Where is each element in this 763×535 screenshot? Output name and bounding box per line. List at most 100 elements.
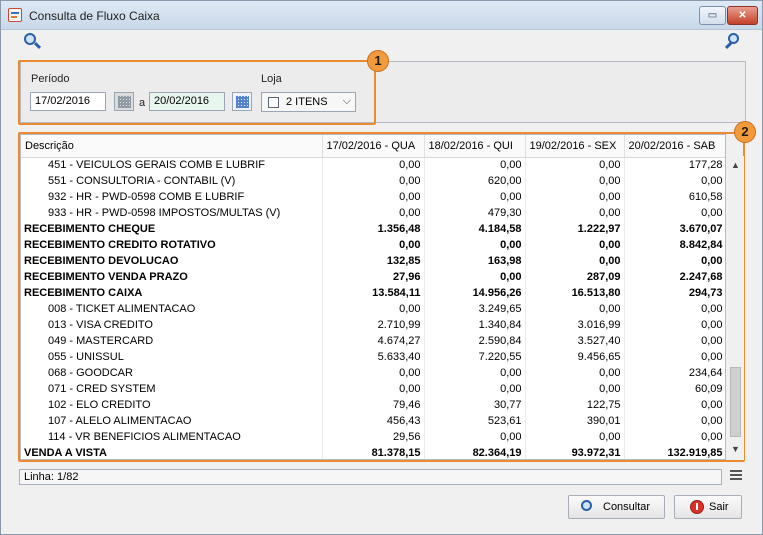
- close-button[interactable]: ✕: [727, 6, 758, 25]
- title-bar[interactable]: Consulta de Fluxo Caixa ▭ ✕: [1, 1, 762, 30]
- row-description: RECEBIMENTO VENDA PRAZO: [21, 269, 323, 285]
- table-row[interactable]: VENDA A VISTA 81.378,15 82.364,19 93.972,31…: [21, 445, 725, 459]
- row-value: 234,64: [624, 365, 725, 381]
- scroll-thumb[interactable]: [730, 367, 741, 437]
- column-header-date-3[interactable]: 19/02/2016 - SEX: [525, 135, 625, 158]
- row-value: 0,00: [624, 301, 725, 317]
- loja-checkbox[interactable]: [268, 97, 279, 108]
- row-value: 0,00: [322, 301, 425, 317]
- row-value: 2.590,84: [424, 333, 526, 349]
- row-value: 0,00: [525, 173, 625, 189]
- row-value: 294,73: [624, 285, 725, 301]
- row-value: 0,00: [624, 429, 725, 445]
- row-value: 0,00: [525, 365, 625, 381]
- row-value: 27,96: [322, 269, 425, 285]
- consultar-button[interactable]: Consultar: [568, 495, 665, 519]
- column-header-descricao[interactable]: Descrição: [21, 135, 323, 158]
- table-row[interactable]: 933 - HR - PWD-0598 IMPOSTOS/MULTAS (V) 0…: [21, 205, 725, 221]
- calendar-icon: [118, 96, 131, 108]
- date-from-field[interactable]: 17/02/2016: [30, 92, 106, 111]
- date-to-field[interactable]: 20/02/2016: [149, 92, 225, 111]
- table-row[interactable]: 071 - CRED SYSTEM 0,00 0,00 0,00 60,09: [21, 381, 725, 397]
- row-value: 287,09: [525, 269, 625, 285]
- search-report-icon[interactable]: [23, 32, 42, 50]
- table-row[interactable]: RECEBIMENTO CAIXA 13.584,11 14.956,26 16.51…: [21, 285, 725, 301]
- callout-badge-2: 2: [734, 121, 756, 143]
- table-row[interactable]: 551 - CONSULTORIA - CONTABIL (V) 0,00 620,…: [21, 173, 725, 189]
- row-description: RECEBIMENTO CAIXA: [21, 285, 323, 301]
- table-row[interactable]: RECEBIMENTO CHEQUE 1.356,48 4.184,58 1.222,…: [21, 221, 725, 237]
- row-value: 1.356,48: [322, 221, 425, 237]
- row-value: 132,85: [322, 253, 425, 269]
- menu-icon[interactable]: [730, 470, 742, 482]
- table-row[interactable]: 055 - UNISSUL 5.633,40 7.220,55 9.456,65 0,0…: [21, 349, 725, 365]
- table-row[interactable]: RECEBIMENTO VENDA PRAZO 27,96 0,00 287,09 2.…: [21, 269, 725, 285]
- table-row[interactable]: 013 - VISA CREDITO 2.710,99 1.340,84 3.016,…: [21, 317, 725, 333]
- callout-badge-1: 1: [367, 50, 389, 72]
- row-description: 008 - TICKET ALIMENTACAO: [21, 301, 323, 317]
- sair-label: Sair: [709, 501, 729, 513]
- table-row[interactable]: RECEBIMENTO CREDITO ROTATIVO 0,00 0,00 0,00…: [21, 237, 725, 253]
- row-value: 30,77: [424, 397, 526, 413]
- column-header-date-2[interactable]: 18/02/2016 - QUI: [424, 135, 526, 158]
- row-value: 4.184,58: [424, 221, 526, 237]
- row-value: 2.247,68: [624, 269, 725, 285]
- scroll-up-icon[interactable]: ▲: [727, 160, 744, 174]
- row-value: 0,00: [525, 189, 625, 205]
- row-value: 0,00: [322, 189, 425, 205]
- row-description: 551 - CONSULTORIA - CONTABIL (V): [21, 173, 323, 189]
- row-description: RECEBIMENTO CHEQUE: [21, 221, 323, 237]
- row-value: 0,00: [624, 205, 725, 221]
- table-row[interactable]: 107 - ALELO ALIMENTACAO 456,43 523,61 390,0…: [21, 413, 725, 429]
- table-row[interactable]: 049 - MASTERCARD 4.674,27 2.590,84 3.527,40…: [21, 333, 725, 349]
- calendar-icon: [236, 96, 249, 108]
- column-header-date-1[interactable]: 17/02/2016 - QUA: [322, 135, 425, 158]
- restore-button[interactable]: ▭: [699, 6, 726, 25]
- row-value: 4.674,27: [322, 333, 425, 349]
- table-row[interactable]: RECEBIMENTO DEVOLUCAO 132,85 163,98 0,00 0,0…: [21, 253, 725, 269]
- scroll-down-icon[interactable]: ▼: [727, 444, 744, 458]
- row-value: 163,98: [424, 253, 526, 269]
- table-row[interactable]: 068 - GOODCAR 0,00 0,00 0,00 234,64: [21, 365, 725, 381]
- row-description: 049 - MASTERCARD: [21, 333, 323, 349]
- row-value: 0,00: [322, 365, 425, 381]
- table-row[interactable]: 451 - VEICULOS GERAIS COMB E LUBRIF 0,00 0…: [21, 157, 725, 173]
- table-row[interactable]: 932 - HR - PWD-0598 COMB E LUBRIF 0,00 0,0…: [21, 189, 725, 205]
- calendar-to-button[interactable]: [232, 92, 252, 111]
- row-value: 0,00: [525, 253, 625, 269]
- calendar-from-button[interactable]: [114, 92, 134, 111]
- row-value: 2.710,99: [322, 317, 425, 333]
- row-value: 0,00: [525, 301, 625, 317]
- row-value: 8.842,84: [624, 237, 725, 253]
- column-header-date-4[interactable]: 20/02/2016 - SAB: [624, 135, 725, 158]
- row-value: 620,00: [424, 173, 526, 189]
- row-value: 0,00: [322, 237, 425, 253]
- row-value: 14.956,26: [424, 285, 526, 301]
- row-description: 102 - ELO CREDITO: [21, 397, 323, 413]
- row-value: 0,00: [424, 189, 526, 205]
- loja-value: 2 ITENS: [286, 96, 328, 108]
- row-value: 0,00: [322, 157, 425, 173]
- row-value: 82.364,19: [424, 445, 526, 459]
- row-value: 1.222,97: [525, 221, 625, 237]
- row-value: 523,61: [424, 413, 526, 429]
- sair-button[interactable]: Sair: [674, 495, 742, 519]
- row-value: 60,09: [624, 381, 725, 397]
- row-value: 0,00: [624, 333, 725, 349]
- vertical-scrollbar[interactable]: ▲ ▼: [727, 156, 744, 460]
- row-value: 1.340,84: [424, 317, 526, 333]
- row-value: 0,00: [424, 365, 526, 381]
- cashflow-table: Descrição 17/02/2016 - QUA 18/02/2016 - …: [20, 134, 726, 460]
- row-description: RECEBIMENTO DEVOLUCAO: [21, 253, 323, 269]
- periodo-label: Período: [31, 73, 70, 85]
- table-row[interactable]: 102 - ELO CREDITO 79,46 30,77 122,75 0,00: [21, 397, 725, 413]
- table-row[interactable]: 114 - VR BENEFICIOS ALIMENTACAO 29,56 0,00…: [21, 429, 725, 445]
- row-value: 81.378,15: [322, 445, 425, 459]
- row-value: 610,58: [624, 189, 725, 205]
- table-row[interactable]: 008 - TICKET ALIMENTACAO 0,00 3.249,65 0,00…: [21, 301, 725, 317]
- row-value: 9.456,65: [525, 349, 625, 365]
- loja-select[interactable]: 2 ITENS ⌵: [261, 92, 356, 112]
- main-window: Consulta de Fluxo Caixa ▭ ✕ 1 Período 17…: [0, 0, 763, 535]
- row-value: 3.527,40: [525, 333, 625, 349]
- zoom-icon[interactable]: [724, 32, 742, 50]
